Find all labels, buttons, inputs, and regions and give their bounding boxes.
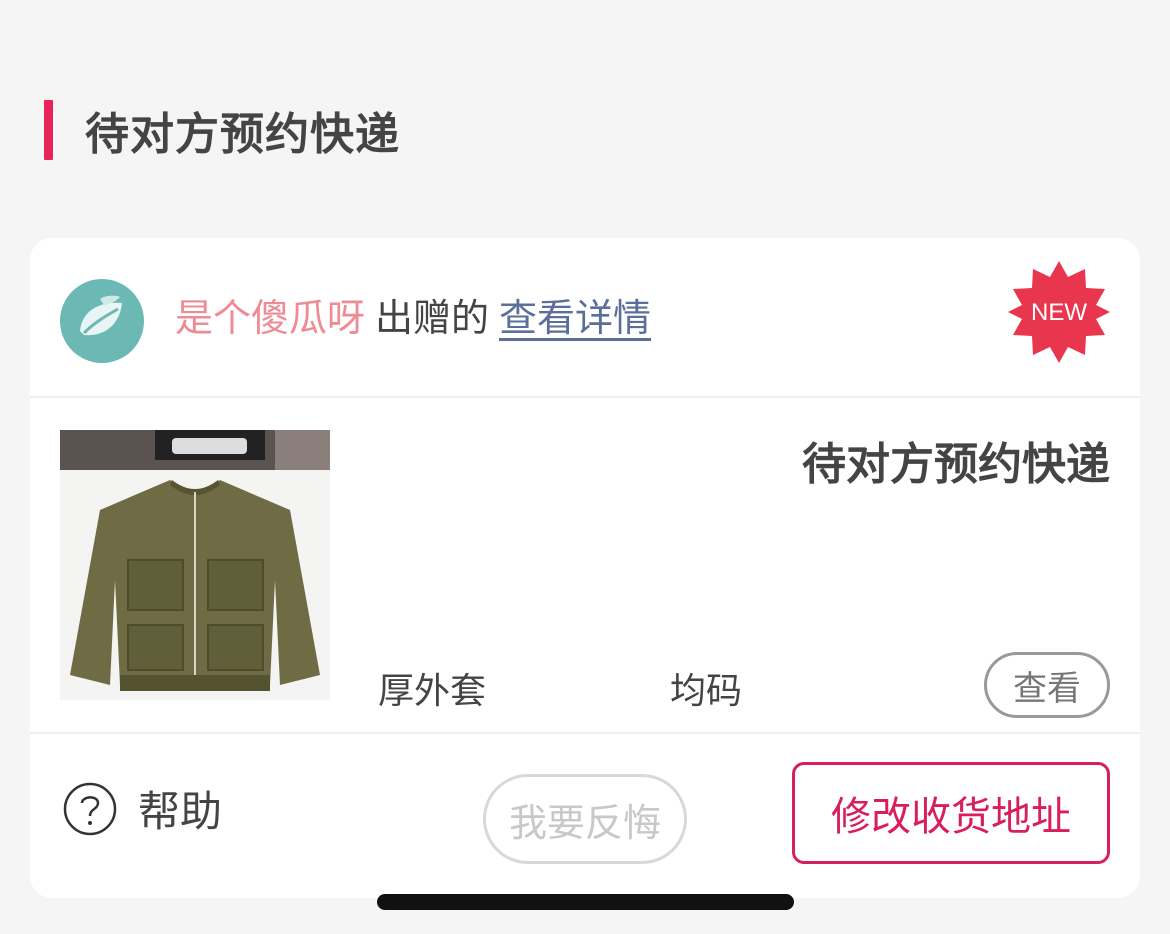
help-label: 帮助 <box>138 787 223 836</box>
giver-name[interactable]: 是个傻瓜呀 <box>175 296 365 340</box>
question-circle-icon <box>63 782 117 835</box>
item-name: 厚外套 <box>378 671 487 712</box>
card-actions: 帮助 我要反悔 修改收货地址 <box>30 734 1140 896</box>
section-header: 待对方预约快递 <box>44 100 400 160</box>
page: 待对方预约快递 是个傻瓜呀 出赠的 查看详情 NEW 待对方预约快递 厚外套 均… <box>0 0 1170 934</box>
card-header: 是个傻瓜呀 出赠的 查看详情 NEW <box>30 238 1140 398</box>
order-status: 待对方预约快递 <box>802 439 1110 490</box>
gave-text: 出赠的 <box>375 296 490 340</box>
order-card: 是个傻瓜呀 出赠的 查看详情 NEW 待对方预约快递 厚外套 均码 查看 帮助 … <box>30 238 1140 898</box>
view-details-link[interactable]: 查看详情 <box>499 296 651 340</box>
leaf-avatar-icon[interactable] <box>60 279 144 363</box>
help-link[interactable]: 帮助 <box>62 778 222 839</box>
edit-address-button[interactable]: 修改收货地址 <box>792 762 1110 864</box>
item-size: 均码 <box>670 671 743 712</box>
view-button[interactable]: 查看 <box>984 652 1110 718</box>
new-badge-icon: NEW <box>1008 261 1110 363</box>
giver-line: 是个傻瓜呀 出赠的 查看详情 <box>175 288 651 348</box>
new-badge-text: NEW <box>1031 299 1087 326</box>
product-row: 待对方预约快递 厚外套 均码 查看 <box>30 398 1140 734</box>
regret-button[interactable]: 我要反悔 <box>483 774 687 864</box>
product-image[interactable] <box>60 430 330 700</box>
section-accent-bar <box>44 100 53 160</box>
section-title: 待对方预约快递 <box>85 109 400 160</box>
home-indicator[interactable] <box>377 894 794 910</box>
